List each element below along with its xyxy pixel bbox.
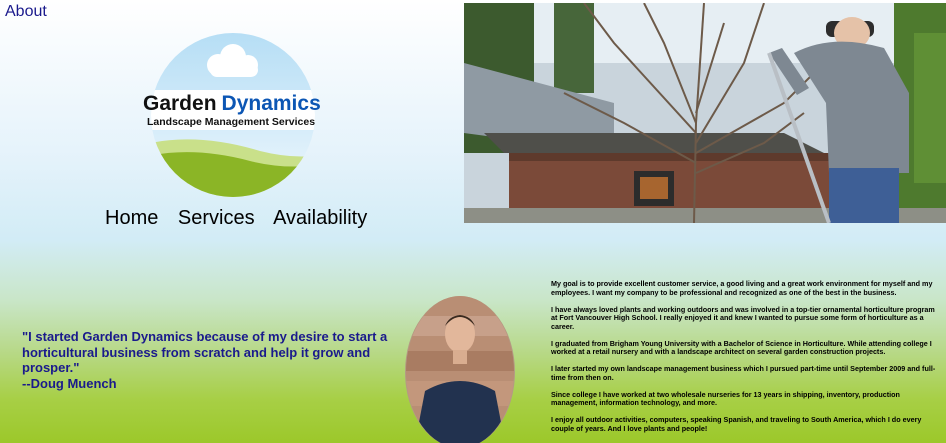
pruning-photo [464, 3, 946, 223]
nav-availability-link[interactable]: Availability [273, 207, 367, 229]
quote-author: --Doug Muench [22, 375, 117, 391]
founder-quote: "I started Garden Dynamics because of my… [22, 329, 392, 391]
svg-text:GardenDynamics: Garden Dynamics [143, 92, 321, 115]
main-nav: Home Services Availability [105, 207, 381, 230]
owner-bio: My goal is to provide excellent customer… [551, 279, 939, 442]
bio-paragraph: My goal is to provide excellent customer… [551, 279, 933, 297]
nav-services-link[interactable]: Services [178, 207, 255, 229]
owner-portrait [405, 296, 515, 443]
logo-tagline: Landscape Management Services [147, 116, 315, 128]
logo-name-garden: Garden [143, 92, 217, 115]
nav-home-link[interactable]: Home [105, 207, 158, 229]
bio-paragraph: I later started my own landscape managem… [551, 364, 936, 382]
bio-paragraph: I have always loved plants and working o… [551, 304, 935, 331]
bio-paragraph: I enjoy all outdoor activities, computer… [551, 415, 922, 433]
quote-text: "I started Garden Dynamics because of my… [22, 329, 388, 375]
logo-name-dynamics: Dynamics [222, 92, 321, 115]
bio-paragraph: I graduated from Brigham Young Universit… [551, 338, 932, 356]
nav-about-link[interactable]: About [5, 3, 47, 21]
bio-paragraph: Since college I have worked at two whole… [551, 389, 900, 407]
garden-dynamics-logo: Garden Dynamics Landscape Management Serv… [143, 33, 321, 197]
